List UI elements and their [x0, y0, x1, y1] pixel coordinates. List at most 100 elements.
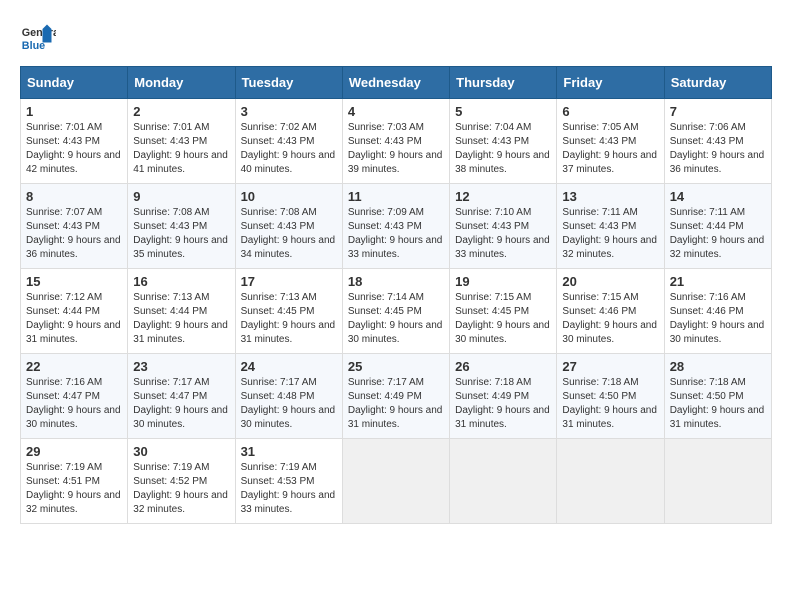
sunset-label: Sunset: 4:45 PM: [348, 306, 422, 317]
daylight-label: Daylight: 9 hours and 31 minutes.: [670, 405, 765, 430]
daylight-label: Daylight: 9 hours and 31 minutes.: [455, 405, 550, 430]
day-cell-23: 23 Sunrise: 7:17 AM Sunset: 4:47 PM Dayl…: [128, 354, 235, 439]
day-number: 11: [348, 189, 444, 204]
daylight-label: Daylight: 9 hours and 36 minutes.: [670, 150, 765, 175]
sunrise-label: Sunrise: 7:08 AM: [241, 207, 317, 218]
sunrise-label: Sunrise: 7:18 AM: [670, 377, 746, 388]
day-info: Sunrise: 7:13 AM Sunset: 4:44 PM Dayligh…: [133, 291, 229, 347]
sunrise-label: Sunrise: 7:11 AM: [562, 207, 637, 218]
day-number: 16: [133, 274, 229, 289]
svg-text:Blue: Blue: [22, 40, 45, 52]
week-row-4: 22 Sunrise: 7:16 AM Sunset: 4:47 PM Dayl…: [21, 354, 772, 439]
day-number: 10: [241, 189, 337, 204]
day-number: 18: [348, 274, 444, 289]
day-number: 17: [241, 274, 337, 289]
daylight-label: Daylight: 9 hours and 41 minutes.: [133, 150, 228, 175]
page-header: General Blue: [20, 20, 772, 56]
day-cell-21: 21 Sunrise: 7:16 AM Sunset: 4:46 PM Dayl…: [664, 269, 771, 354]
sunset-label: Sunset: 4:46 PM: [562, 306, 636, 317]
day-info: Sunrise: 7:08 AM Sunset: 4:43 PM Dayligh…: [241, 206, 337, 262]
sunset-label: Sunset: 4:43 PM: [133, 136, 207, 147]
empty-cell: [342, 439, 449, 524]
sunset-label: Sunset: 4:43 PM: [562, 221, 636, 232]
sunrise-label: Sunrise: 7:12 AM: [26, 292, 102, 303]
empty-cell: [557, 439, 664, 524]
day-cell-28: 28 Sunrise: 7:18 AM Sunset: 4:50 PM Dayl…: [664, 354, 771, 439]
daylight-label: Daylight: 9 hours and 32 minutes.: [562, 235, 657, 260]
sunrise-label: Sunrise: 7:02 AM: [241, 122, 317, 133]
sunset-label: Sunset: 4:53 PM: [241, 476, 315, 487]
day-number: 13: [562, 189, 658, 204]
day-number: 21: [670, 274, 766, 289]
sunrise-label: Sunrise: 7:15 AM: [562, 292, 638, 303]
day-info: Sunrise: 7:03 AM Sunset: 4:43 PM Dayligh…: [348, 121, 444, 177]
daylight-label: Daylight: 9 hours and 31 minutes.: [562, 405, 657, 430]
day-number: 2: [133, 104, 229, 119]
daylight-label: Daylight: 9 hours and 30 minutes.: [670, 320, 765, 345]
sunset-label: Sunset: 4:43 PM: [562, 136, 636, 147]
day-info: Sunrise: 7:17 AM Sunset: 4:47 PM Dayligh…: [133, 376, 229, 432]
sunrise-label: Sunrise: 7:09 AM: [348, 207, 424, 218]
day-number: 9: [133, 189, 229, 204]
daylight-label: Daylight: 9 hours and 33 minutes.: [241, 490, 336, 515]
day-cell-9: 9 Sunrise: 7:08 AM Sunset: 4:43 PM Dayli…: [128, 184, 235, 269]
sunrise-label: Sunrise: 7:13 AM: [241, 292, 317, 303]
day-cell-24: 24 Sunrise: 7:17 AM Sunset: 4:48 PM Dayl…: [235, 354, 342, 439]
day-number: 12: [455, 189, 551, 204]
day-number: 6: [562, 104, 658, 119]
day-info: Sunrise: 7:16 AM Sunset: 4:46 PM Dayligh…: [670, 291, 766, 347]
day-cell-26: 26 Sunrise: 7:18 AM Sunset: 4:49 PM Dayl…: [450, 354, 557, 439]
sunrise-label: Sunrise: 7:01 AM: [133, 122, 209, 133]
weekday-header-monday: Monday: [128, 67, 235, 99]
daylight-label: Daylight: 9 hours and 30 minutes.: [241, 405, 336, 430]
sunset-label: Sunset: 4:49 PM: [455, 391, 529, 402]
daylight-label: Daylight: 9 hours and 32 minutes.: [26, 490, 121, 515]
daylight-label: Daylight: 9 hours and 40 minutes.: [241, 150, 336, 175]
day-cell-1: 1 Sunrise: 7:01 AM Sunset: 4:43 PM Dayli…: [21, 99, 128, 184]
sunset-label: Sunset: 4:43 PM: [241, 136, 315, 147]
day-info: Sunrise: 7:15 AM Sunset: 4:45 PM Dayligh…: [455, 291, 551, 347]
weekday-header-tuesday: Tuesday: [235, 67, 342, 99]
day-info: Sunrise: 7:12 AM Sunset: 4:44 PM Dayligh…: [26, 291, 122, 347]
daylight-label: Daylight: 9 hours and 39 minutes.: [348, 150, 443, 175]
sunset-label: Sunset: 4:44 PM: [133, 306, 207, 317]
weekday-header-row: SundayMondayTuesdayWednesdayThursdayFrid…: [21, 67, 772, 99]
sunset-label: Sunset: 4:43 PM: [455, 136, 529, 147]
day-cell-20: 20 Sunrise: 7:15 AM Sunset: 4:46 PM Dayl…: [557, 269, 664, 354]
day-cell-31: 31 Sunrise: 7:19 AM Sunset: 4:53 PM Dayl…: [235, 439, 342, 524]
day-cell-4: 4 Sunrise: 7:03 AM Sunset: 4:43 PM Dayli…: [342, 99, 449, 184]
empty-cell: [450, 439, 557, 524]
day-cell-7: 7 Sunrise: 7:06 AM Sunset: 4:43 PM Dayli…: [664, 99, 771, 184]
day-cell-17: 17 Sunrise: 7:13 AM Sunset: 4:45 PM Dayl…: [235, 269, 342, 354]
day-number: 15: [26, 274, 122, 289]
day-cell-27: 27 Sunrise: 7:18 AM Sunset: 4:50 PM Dayl…: [557, 354, 664, 439]
sunrise-label: Sunrise: 7:15 AM: [455, 292, 531, 303]
day-info: Sunrise: 7:18 AM Sunset: 4:50 PM Dayligh…: [670, 376, 766, 432]
day-info: Sunrise: 7:09 AM Sunset: 4:43 PM Dayligh…: [348, 206, 444, 262]
day-cell-3: 3 Sunrise: 7:02 AM Sunset: 4:43 PM Dayli…: [235, 99, 342, 184]
day-info: Sunrise: 7:13 AM Sunset: 4:45 PM Dayligh…: [241, 291, 337, 347]
sunrise-label: Sunrise: 7:16 AM: [26, 377, 102, 388]
daylight-label: Daylight: 9 hours and 30 minutes.: [455, 320, 550, 345]
daylight-label: Daylight: 9 hours and 32 minutes.: [133, 490, 228, 515]
day-info: Sunrise: 7:02 AM Sunset: 4:43 PM Dayligh…: [241, 121, 337, 177]
sunset-label: Sunset: 4:46 PM: [670, 306, 744, 317]
day-info: Sunrise: 7:01 AM Sunset: 4:43 PM Dayligh…: [133, 121, 229, 177]
day-number: 5: [455, 104, 551, 119]
sunset-label: Sunset: 4:44 PM: [670, 221, 744, 232]
sunset-label: Sunset: 4:43 PM: [455, 221, 529, 232]
day-number: 3: [241, 104, 337, 119]
day-info: Sunrise: 7:06 AM Sunset: 4:43 PM Dayligh…: [670, 121, 766, 177]
week-row-1: 1 Sunrise: 7:01 AM Sunset: 4:43 PM Dayli…: [21, 99, 772, 184]
daylight-label: Daylight: 9 hours and 35 minutes.: [133, 235, 228, 260]
sunset-label: Sunset: 4:51 PM: [26, 476, 100, 487]
sunset-label: Sunset: 4:43 PM: [133, 221, 207, 232]
weekday-header-sunday: Sunday: [21, 67, 128, 99]
sunrise-label: Sunrise: 7:17 AM: [241, 377, 317, 388]
weekday-header-thursday: Thursday: [450, 67, 557, 99]
daylight-label: Daylight: 9 hours and 30 minutes.: [26, 405, 121, 430]
day-info: Sunrise: 7:11 AM Sunset: 4:44 PM Dayligh…: [670, 206, 766, 262]
day-info: Sunrise: 7:18 AM Sunset: 4:50 PM Dayligh…: [562, 376, 658, 432]
day-info: Sunrise: 7:11 AM Sunset: 4:43 PM Dayligh…: [562, 206, 658, 262]
day-info: Sunrise: 7:19 AM Sunset: 4:53 PM Dayligh…: [241, 461, 337, 517]
